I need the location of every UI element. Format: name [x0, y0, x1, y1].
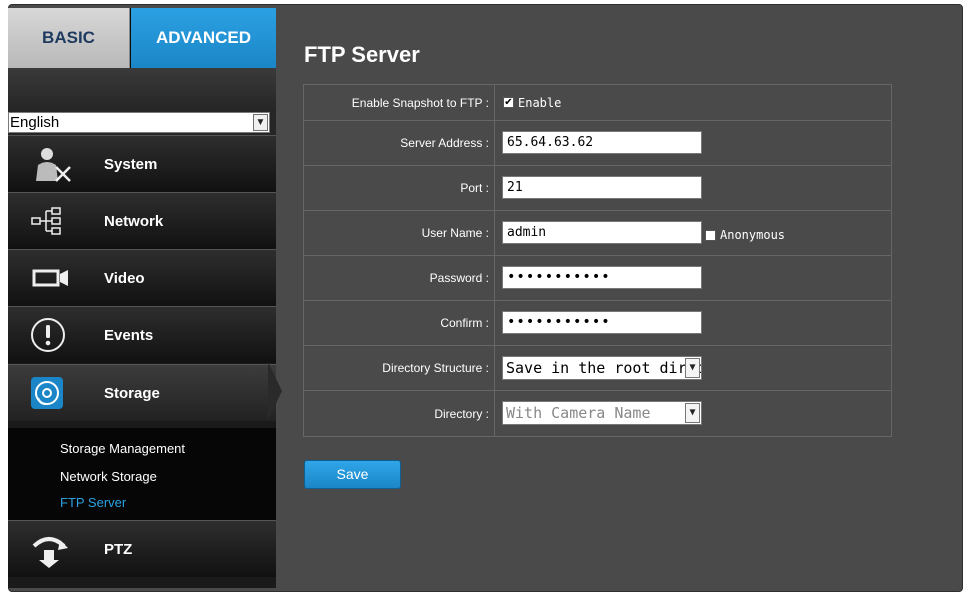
row-directory: Directory : With Camera Name ▼ — [304, 391, 891, 436]
submenu-ftp-server[interactable]: FTP Server — [60, 495, 126, 510]
submenu-network-storage[interactable]: Network Storage — [60, 469, 157, 484]
sidebar-item-events[interactable]: Events — [8, 306, 276, 363]
password-label: Password : — [304, 256, 495, 300]
chevron-down-icon[interactable]: ▼ — [253, 114, 268, 131]
row-user-name: User Name : admin Anonymous — [304, 211, 891, 256]
sidebar: BASIC ADVANCED English ▼ System Network — [8, 8, 276, 588]
sidebar-item-label: Events — [104, 327, 154, 344]
language-bar: English ▼ — [8, 110, 276, 138]
row-server-address: Server Address : 65.64.63.62 — [304, 121, 891, 166]
password-input[interactable]: ••••••••••• — [502, 266, 702, 289]
sidebar-item-label: PTZ — [104, 541, 133, 558]
checkmark-icon: ✔ — [504, 97, 513, 108]
sidebar-item-label: System — [104, 156, 158, 173]
row-port: Port : 21 — [304, 166, 891, 211]
sidebar-item-label: Storage — [104, 385, 160, 402]
ptz-arrows-icon — [32, 537, 68, 568]
anonymous-label: Anonymous — [720, 228, 786, 242]
user-name-label: User Name : — [304, 211, 495, 255]
enable-snapshot-checkbox[interactable]: ✔ — [503, 97, 514, 108]
storage-submenu: Storage Management Network Storage FTP S… — [8, 428, 276, 524]
video-camera-icon — [32, 269, 68, 287]
row-enable-snapshot: Enable Snapshot to FTP : ✔ Enable — [304, 85, 891, 121]
mode-tabs: BASIC ADVANCED — [8, 8, 276, 68]
network-tree-icon — [31, 207, 61, 235]
confirm-label: Confirm : — [304, 301, 495, 345]
chevron-down-icon[interactable]: ▼ — [685, 403, 700, 423]
sidebar-item-label: Network — [104, 213, 164, 230]
language-select[interactable]: English ▼ — [8, 112, 270, 133]
sidebar-item-network[interactable]: Network — [8, 192, 276, 249]
server-address-label: Server Address : — [304, 121, 495, 165]
directory-structure-label: Directory Structure : — [304, 346, 495, 390]
directory-label: Directory : — [304, 391, 495, 436]
port-input[interactable]: 21 — [502, 176, 702, 199]
directory-value: With Camera Name — [506, 404, 651, 422]
language-selected: English — [10, 114, 60, 131]
row-password: Password : ••••••••••• — [304, 256, 891, 301]
alert-icon — [31, 318, 65, 352]
sidebar-item-ptz[interactable]: PTZ — [8, 520, 276, 577]
chevron-down-icon[interactable]: ▼ — [685, 358, 700, 378]
save-button[interactable]: Save — [304, 460, 401, 489]
system-tools-icon — [36, 148, 71, 182]
sidebar-item-video[interactable]: Video — [8, 249, 276, 306]
port-label: Port : — [304, 166, 495, 210]
active-nav-pointer — [268, 362, 282, 420]
sidebar-item-storage[interactable]: Storage — [8, 364, 276, 421]
confirm-password-input[interactable]: ••••••••••• — [502, 311, 702, 334]
sidebar-item-system[interactable]: System — [8, 135, 276, 192]
sidebar-spacer — [8, 68, 276, 110]
ftp-settings-form: Enable Snapshot to FTP : ✔ Enable Server… — [303, 84, 892, 437]
directory-select[interactable]: With Camera Name ▼ — [502, 401, 702, 425]
enable-snapshot-label: Enable Snapshot to FTP : — [304, 85, 495, 120]
tab-advanced[interactable]: ADVANCED — [131, 8, 276, 68]
storage-disk-icon — [31, 377, 63, 409]
directory-structure-value: Save in the root directory — [506, 359, 701, 377]
enable-label: Enable — [518, 96, 562, 110]
sidebar-item-label: Video — [104, 270, 145, 287]
row-directory-structure: Directory Structure : Save in the root d… — [304, 346, 891, 391]
server-address-input[interactable]: 65.64.63.62 — [502, 131, 702, 154]
submenu-storage-management[interactable]: Storage Management — [60, 441, 185, 456]
page-title: FTP Server — [304, 42, 420, 67]
tab-basic[interactable]: BASIC — [8, 8, 130, 68]
anonymous-checkbox[interactable] — [705, 230, 716, 241]
user-name-input[interactable]: admin — [502, 221, 702, 244]
directory-structure-select[interactable]: Save in the root directory ▼ — [502, 356, 702, 380]
row-confirm: Confirm : ••••••••••• — [304, 301, 891, 346]
